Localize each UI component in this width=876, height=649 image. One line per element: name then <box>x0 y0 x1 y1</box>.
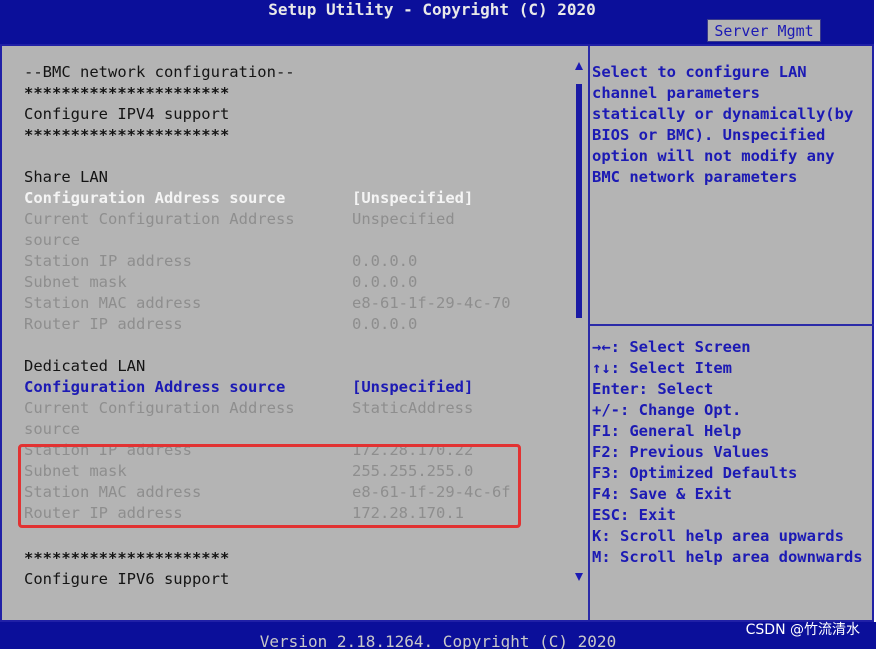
share-lan-current-config-value: Unspecified <box>352 210 455 228</box>
key-legend-item: →←: Select Screen <box>592 338 751 356</box>
separator-stars: ********************** <box>24 549 230 567</box>
share-lan-router-value: 0.0.0.0 <box>352 315 418 333</box>
share-lan-current-config-label: Current Configuration Address <box>24 210 295 228</box>
share-lan-subnet-value: 0.0.0.0 <box>352 273 418 291</box>
help-divider <box>590 324 874 326</box>
key-legend-item: +/-: Change Opt. <box>592 401 742 419</box>
version-text: Version 2.18.1264. Copyright (C) 2020 <box>259 632 617 649</box>
title-bar: Setup Utility - Copyright (C) 2020 Serve… <box>0 0 874 44</box>
dedicated-lan-config-source-value[interactable]: [Unspecified] <box>352 377 473 398</box>
separator-stars: ********************** <box>24 84 230 102</box>
separator-stars: ********************** <box>24 126 230 144</box>
key-legend-item: F3: Optimized Defaults <box>592 464 798 482</box>
tab-server-mgmt[interactable]: Server Mgmt <box>707 19 821 42</box>
key-legend-item: F4: Save & Exit <box>592 485 732 503</box>
scrollbar-thumb[interactable] <box>576 84 582 318</box>
dedicated-lan-current-config-label-cont: source <box>24 420 80 438</box>
app-title: Setup Utility - Copyright (C) 2020 <box>268 0 596 19</box>
help-text: Select to configure LAN channel paramete… <box>592 63 863 186</box>
key-legend-item: F1: General Help <box>592 422 742 440</box>
share-lan-config-source-label[interactable]: Configuration Address source <box>24 188 285 209</box>
scroll-down-arrow-icon[interactable] <box>575 573 583 581</box>
key-legend-item: Enter: Select <box>592 380 714 398</box>
share-lan-station-ip-value: 0.0.0.0 <box>352 252 418 270</box>
share-lan-station-ip-label: Station IP address <box>24 252 192 270</box>
key-legend-item: ESC: Exit <box>592 506 676 524</box>
footer-bar: Version 2.18.1264. Copyright (C) 2020 <box>0 622 876 649</box>
key-legend-item: F2: Previous Values <box>592 443 770 461</box>
dedicated-lan-current-config-value: StaticAddress <box>352 399 474 417</box>
scrollbar[interactable] <box>574 62 584 582</box>
key-legend-item: M: Scroll help area downwards <box>592 548 863 566</box>
share-lan-mac-value: e8-61-1f-29-4c-70 <box>352 294 511 312</box>
share-lan-router-label: Router IP address <box>24 315 183 333</box>
watermark: CSDN @竹流清水 <box>745 622 860 638</box>
dedicated-lan-config-source-label[interactable]: Configuration Address source <box>24 377 285 398</box>
ipv4-title: Configure IPV4 support <box>24 105 230 123</box>
key-legend-item: ↑↓: Select Item <box>592 359 732 377</box>
panel-divider <box>588 46 590 620</box>
key-legend: →←: Select Screen ↑↓: Select Item Enter:… <box>592 337 872 568</box>
share-lan-config-source-value[interactable]: [Unspecified] <box>352 188 473 209</box>
share-lan-current-config-label-cont: source <box>24 231 80 249</box>
red-highlight-box <box>18 444 521 528</box>
main-panel: --BMC network configuration-- **********… <box>2 46 570 620</box>
share-lan-subnet-label: Subnet mask <box>24 273 127 291</box>
share-lan-heading: Share LAN <box>24 168 108 186</box>
section-title: --BMC network configuration-- <box>24 63 295 81</box>
ipv6-title: Configure IPV6 support <box>24 570 230 588</box>
scroll-up-arrow-icon[interactable] <box>575 62 583 70</box>
dedicated-lan-current-config-label: Current Configuration Address <box>24 399 295 417</box>
share-lan-mac-label: Station MAC address <box>24 294 202 312</box>
dedicated-lan-heading: Dedicated LAN <box>24 357 146 375</box>
key-legend-item: K: Scroll help area upwards <box>592 527 844 545</box>
